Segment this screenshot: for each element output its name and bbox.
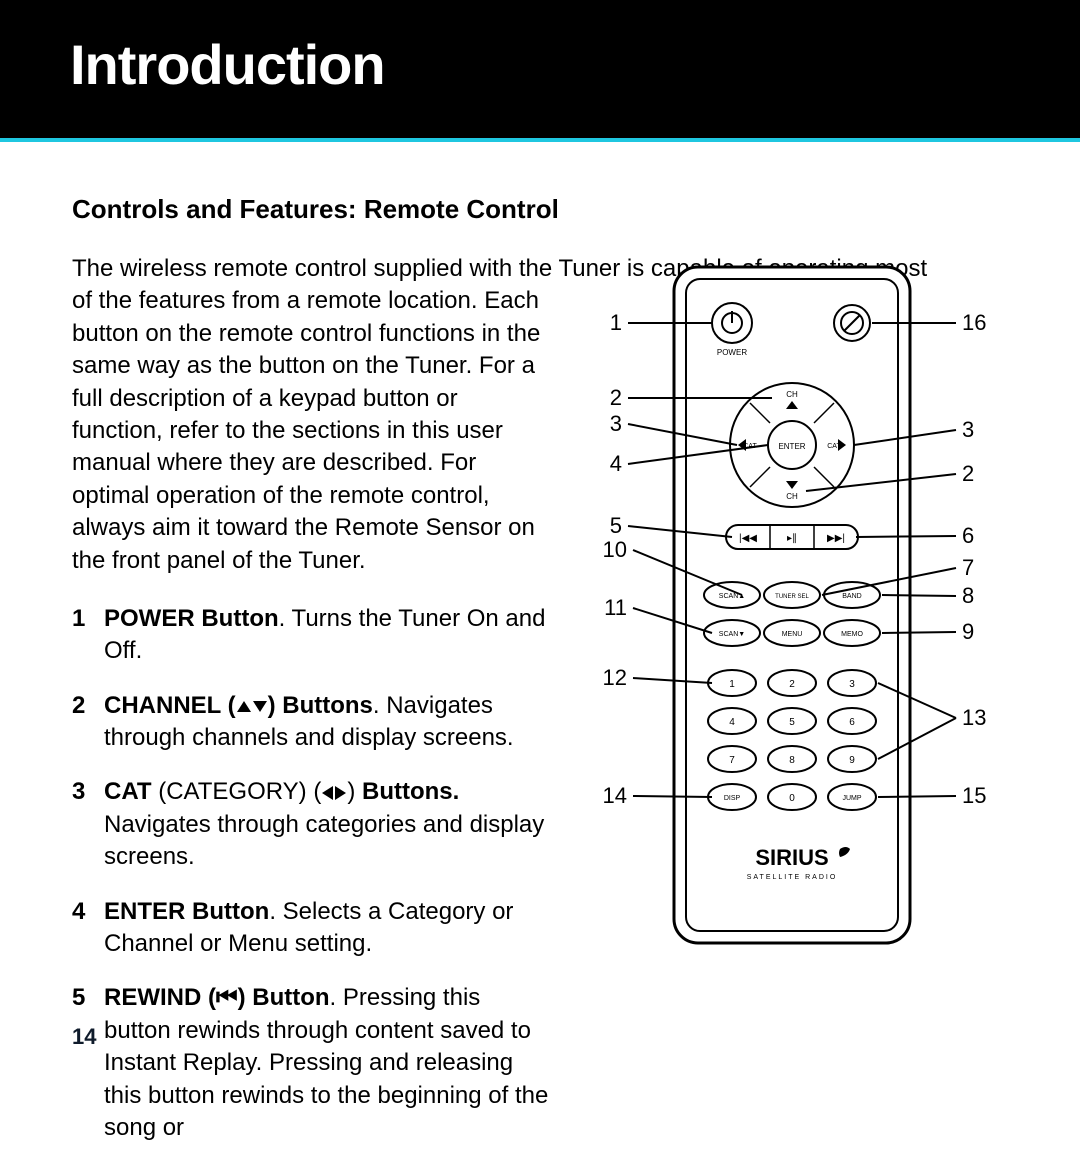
svg-text:11: 11	[604, 595, 627, 620]
svg-text:13: 13	[962, 705, 986, 730]
list-item: 3 CAT (CATEGORY) () Buttons. Navigates t…	[72, 776, 552, 873]
list-item: 1 POWER Button. Turns the Tuner On and O…	[72, 603, 552, 668]
svg-text:14: 14	[603, 783, 627, 808]
triangle-down-icon	[253, 701, 267, 712]
list-item: 5 REWIND (⏮) Button. Pressing this butto…	[72, 982, 552, 1144]
remote-diagram: POWER ENTER CH CH CAT CAT	[572, 255, 1012, 995]
callout-lines: 1 2 3 4 5 10 11 12 14 16 3 2 6 7	[572, 255, 1012, 995]
svg-text:12: 12	[603, 665, 627, 690]
svg-text:5: 5	[610, 513, 622, 538]
list-item: 2 CHANNEL () Buttons. Navigates through …	[72, 690, 552, 755]
svg-text:4: 4	[610, 451, 622, 476]
svg-text:2: 2	[962, 461, 974, 486]
svg-text:9: 9	[962, 619, 974, 644]
page-header: Introduction	[0, 0, 1080, 138]
triangle-left-icon	[322, 786, 333, 800]
triangle-up-icon	[237, 701, 251, 712]
svg-text:3: 3	[962, 417, 974, 442]
svg-text:8: 8	[962, 583, 974, 608]
list-item: 4 ENTER Button. Selects a Category or Ch…	[72, 896, 552, 961]
svg-text:2: 2	[610, 385, 622, 410]
svg-text:7: 7	[962, 555, 974, 580]
svg-text:6: 6	[962, 523, 974, 548]
svg-text:15: 15	[962, 783, 986, 808]
page-title: Introduction	[70, 32, 385, 97]
feature-list: 1 POWER Button. Turns the Tuner On and O…	[72, 603, 552, 1144]
svg-text:3: 3	[610, 411, 622, 436]
section-subheading: Controls and Features: Remote Control	[72, 194, 1012, 225]
svg-text:1: 1	[610, 310, 622, 335]
text-column: of the features from a remote location. …	[72, 285, 562, 1166]
svg-text:16: 16	[962, 310, 986, 335]
page-number: 14	[72, 1024, 96, 1050]
page-content: Controls and Features: Remote Control Th…	[0, 142, 1080, 1166]
svg-text:10: 10	[603, 537, 627, 562]
triangle-right-icon	[335, 786, 346, 800]
intro-paragraph: of the features from a remote location. …	[72, 285, 552, 577]
